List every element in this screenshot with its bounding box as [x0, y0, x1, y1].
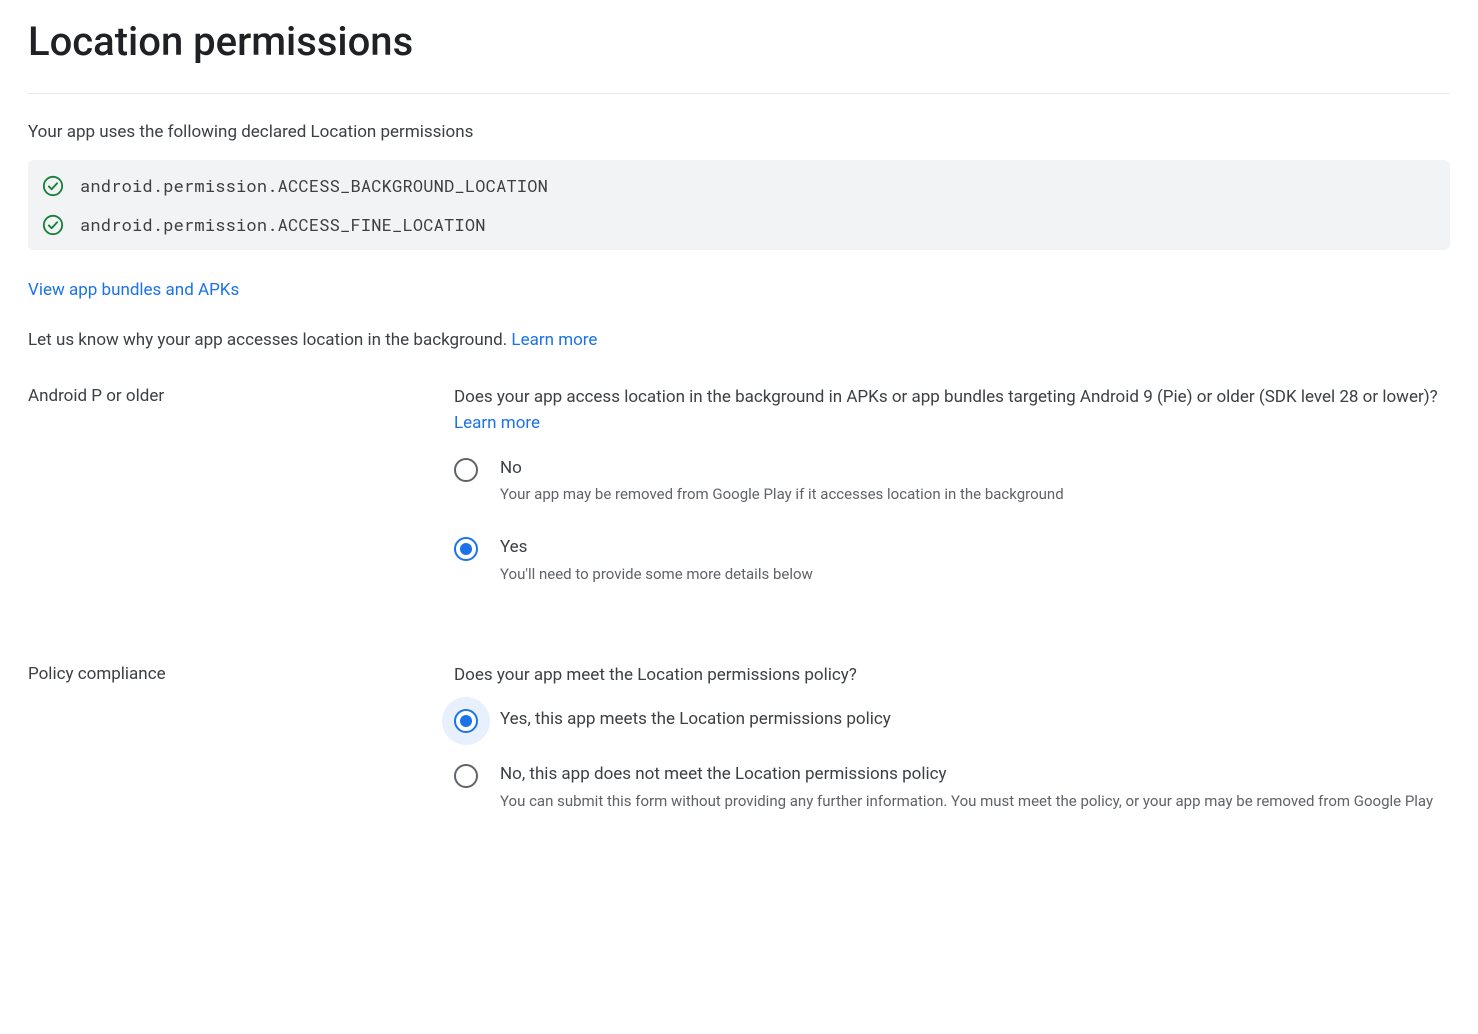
radio-option-yes[interactable]: Yes You'll need to provide some more det… — [454, 536, 1450, 586]
question-text: Does your app meet the Location permissi… — [454, 662, 1450, 688]
learn-more-link[interactable]: Learn more — [511, 330, 597, 350]
radio-label: No — [500, 457, 1450, 481]
radio-subtext: You'll need to provide some more details… — [500, 564, 1450, 586]
permission-code: android.permission.ACCESS_BACKGROUND_LOC… — [80, 174, 548, 197]
checkmark-icon — [42, 175, 64, 197]
radio-icon — [454, 764, 478, 788]
question-body: Does your app access location in the bac… — [454, 387, 1438, 407]
radio-option-no[interactable]: No Your app may be removed from Google P… — [454, 457, 1450, 507]
radio-subtext: Your app may be removed from Google Play… — [500, 484, 1450, 506]
lead-text: Let us know why your app accesses locati… — [28, 330, 1450, 350]
radio-label: No, this app does not meet the Location … — [500, 763, 1450, 787]
section-android-p: Android P or older Does your app access … — [28, 384, 1450, 616]
question-text: Does your app access location in the bac… — [454, 384, 1450, 437]
section-label: Android P or older — [28, 384, 454, 406]
radio-label: Yes, this app meets the Location permiss… — [500, 708, 1450, 732]
permission-row: android.permission.ACCESS_FINE_LOCATION — [28, 205, 1450, 244]
permissions-box: android.permission.ACCESS_BACKGROUND_LOC… — [28, 160, 1450, 250]
radio-subtext: You can submit this form without providi… — [500, 791, 1450, 813]
radio-icon — [454, 458, 478, 482]
section-label: Policy compliance — [28, 662, 454, 684]
permission-code: android.permission.ACCESS_FINE_LOCATION — [80, 213, 486, 236]
intro-text: Your app uses the following declared Loc… — [28, 122, 1450, 142]
checkmark-icon — [42, 214, 64, 236]
radio-label: Yes — [500, 536, 1450, 560]
lead-text-body: Let us know why your app accesses locati… — [28, 330, 511, 350]
permission-row: android.permission.ACCESS_BACKGROUND_LOC… — [28, 166, 1450, 205]
page-title: Location permissions — [28, 0, 1450, 94]
section-policy-compliance: Policy compliance Does your app meet the… — [28, 662, 1450, 843]
view-bundles-link[interactable]: View app bundles and APKs — [28, 280, 239, 300]
learn-more-link[interactable]: Learn more — [454, 410, 540, 436]
radio-option-policy-yes[interactable]: Yes, this app meets the Location permiss… — [454, 708, 1450, 733]
radio-icon — [454, 709, 478, 733]
radio-icon — [454, 537, 478, 561]
radio-option-policy-no[interactable]: No, this app does not meet the Location … — [454, 763, 1450, 813]
